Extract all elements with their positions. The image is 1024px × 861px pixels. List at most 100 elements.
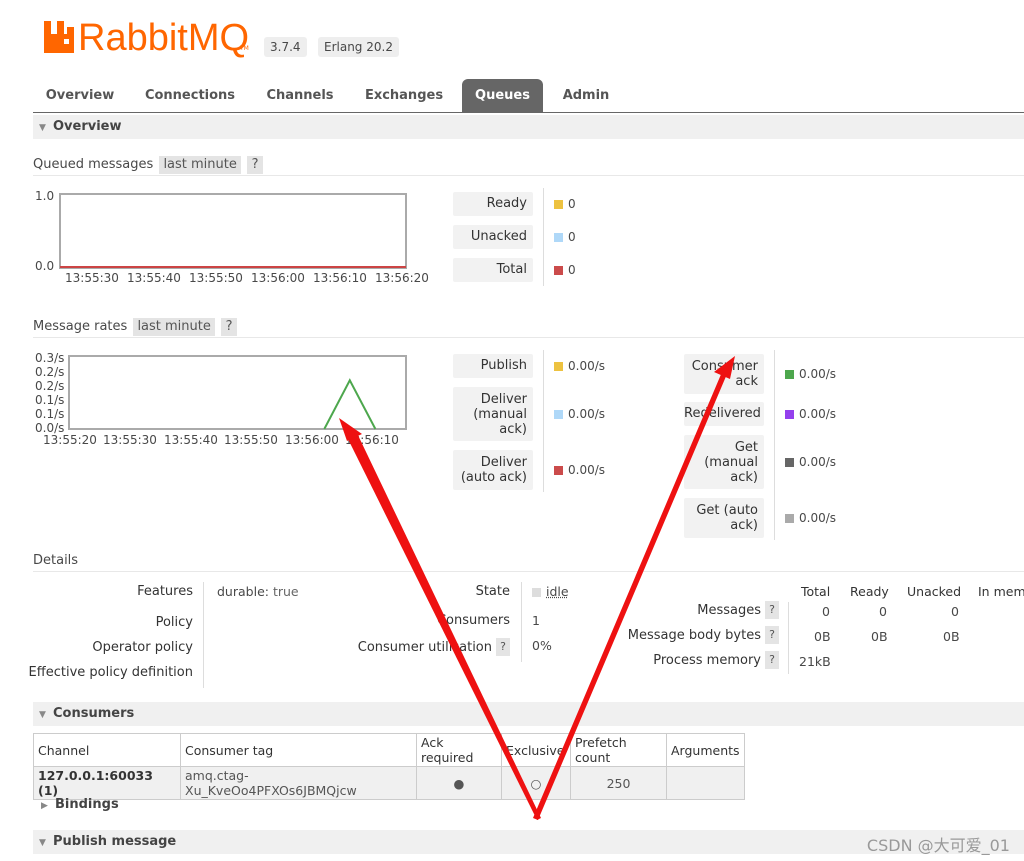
features-value: durable: true [217, 584, 299, 599]
messages-row-label: Messages? [697, 601, 779, 619]
version-badge: 3.7.4 [264, 37, 307, 57]
process-memory-value: 21kB [799, 654, 831, 669]
y-tick: 0.0 [35, 259, 55, 273]
y-tick: 0.1/s [35, 407, 65, 421]
state-value: idle [532, 584, 569, 599]
x-tick: 13:56:00 [251, 271, 305, 285]
features-label: Features [137, 584, 193, 599]
queued-messages-header: Queued messages last minute ? [33, 155, 1024, 176]
legend-label-consumer-ack: Consumer ack [684, 354, 764, 394]
legend-value-unacked: 0 [554, 230, 576, 244]
state-indicator-icon [532, 588, 541, 597]
utilisation-help-icon[interactable]: ? [496, 638, 510, 656]
rabbitmq-logo-icon [44, 21, 74, 53]
details-header: Details [33, 551, 1024, 572]
legend-divider [543, 350, 544, 492]
expand-triangle-icon: ▶ [41, 801, 48, 811]
tab-exchanges[interactable]: Exchanges [357, 79, 451, 112]
details-divider [203, 582, 204, 688]
x-tick: 13:55:40 [164, 433, 218, 447]
tab-channels[interactable]: Channels [255, 79, 345, 112]
swatch-get-auto [785, 514, 794, 523]
queued-messages-chart [59, 193, 407, 269]
policy-label: Policy [155, 615, 193, 630]
details-divider [521, 582, 522, 662]
y-tick: 0.1/s [35, 393, 65, 407]
legend-label-unacked: Unacked [453, 225, 533, 249]
queued-help-icon[interactable]: ? [247, 156, 264, 174]
overview-title: Overview [53, 119, 122, 134]
message-rates-label: Message rates [33, 319, 128, 334]
tab-admin[interactable]: Admin [553, 79, 619, 112]
messages-ready: 0 [879, 604, 887, 619]
body-bytes-unacked: 0B [943, 629, 960, 644]
logo-trademark: TM [240, 45, 249, 52]
swatch-deliver-manual [554, 410, 563, 419]
legend-label-get-auto: Get (auto ack) [684, 498, 764, 538]
y-tick: 0.2/s [35, 379, 65, 393]
legend-label-total: Total [453, 258, 533, 282]
legend-label-redelivered: Redelivered [684, 402, 764, 426]
consumers-section-header[interactable]: ▼ Consumers [33, 702, 1024, 726]
y-tick: 1.0 [35, 189, 55, 203]
legend-label-deliver-auto: Deliver (auto ack) [453, 450, 533, 490]
swatch-ready [554, 200, 563, 209]
rates-help-icon[interactable]: ? [221, 318, 238, 336]
process-memory-help-icon[interactable]: ? [765, 651, 779, 669]
x-tick: 13:55:30 [103, 433, 157, 447]
legend-value-get-manual: 0.00/s [785, 455, 836, 469]
bindings-section-header[interactable]: ▶ Bindings [33, 795, 1024, 815]
tab-connections[interactable]: Connections [137, 79, 243, 112]
csdn-watermark: CSDN @大可爱_01 [866, 836, 1010, 855]
x-tick: 13:55:30 [65, 271, 119, 285]
logo-text: RabbitMQ [78, 17, 250, 59]
overview-section-header[interactable]: ▼ Overview [33, 115, 1024, 139]
th-consumer-tag: Consumer tag [180, 733, 417, 767]
th-ack-required: Ack required [416, 733, 502, 767]
messages-unacked: 0 [951, 604, 959, 619]
body-bytes-total: 0B [814, 629, 831, 644]
process-memory-row-label: Process memory? [653, 651, 779, 669]
collapse-triangle-icon: ▼ [39, 838, 46, 848]
consumer-utilisation-label: Consumer utilisation? [358, 638, 510, 656]
legend-value-redelivered: 0.00/s [785, 407, 836, 421]
queued-messages-label: Queued messages [33, 157, 154, 172]
consumers-title: Consumers [53, 706, 135, 721]
legend-label-publish: Publish [453, 354, 533, 378]
consumer-utilisation-value: 0% [532, 638, 552, 653]
tab-queues[interactable]: Queues [462, 79, 543, 112]
state-label: State [475, 584, 510, 599]
th-arguments: Arguments [666, 733, 745, 767]
legend-value-consumer-ack: 0.00/s [785, 367, 836, 381]
x-tick: 13:55:40 [127, 271, 181, 285]
collapse-triangle-icon: ▼ [39, 710, 46, 720]
y-tick: 0.2/s [35, 365, 65, 379]
body-bytes-row-label: Message body bytes? [628, 626, 779, 644]
consumers-label: Consumers [436, 613, 510, 628]
queued-range-selector[interactable]: last minute [159, 156, 241, 174]
messages-help-icon[interactable]: ? [765, 601, 779, 619]
legend-value-ready: 0 [554, 197, 576, 211]
th-prefetch: Prefetch count [570, 733, 667, 767]
swatch-consumer-ack [785, 370, 794, 379]
legend-label-get-manual: Get (manual ack) [684, 435, 764, 489]
th-exclusive: Exclusive [501, 733, 571, 767]
message-rates-header: Message rates last minute ? [33, 317, 1024, 338]
swatch-get-manual [785, 458, 794, 467]
swatch-deliver-auto [554, 466, 563, 475]
consumers-value: 1 [532, 613, 540, 628]
body-bytes-help-icon[interactable]: ? [765, 626, 779, 644]
col-total: Total [801, 584, 831, 599]
legend-label-ready: Ready [453, 192, 533, 216]
col-in-mem: In mem [978, 584, 1024, 599]
chart-frame [59, 193, 407, 269]
th-channel: Channel [33, 733, 181, 767]
consumers-table: Channel Consumer tag Ack required Exclus… [33, 733, 745, 800]
tab-overview[interactable]: Overview [33, 79, 127, 112]
rates-range-selector[interactable]: last minute [133, 318, 215, 336]
details-title: Details [33, 553, 79, 568]
x-tick: 13:55:50 [224, 433, 278, 447]
x-tick: 13:56:20 [375, 271, 429, 285]
swatch-publish [554, 362, 563, 371]
y-tick: 0.3/s [35, 351, 65, 365]
